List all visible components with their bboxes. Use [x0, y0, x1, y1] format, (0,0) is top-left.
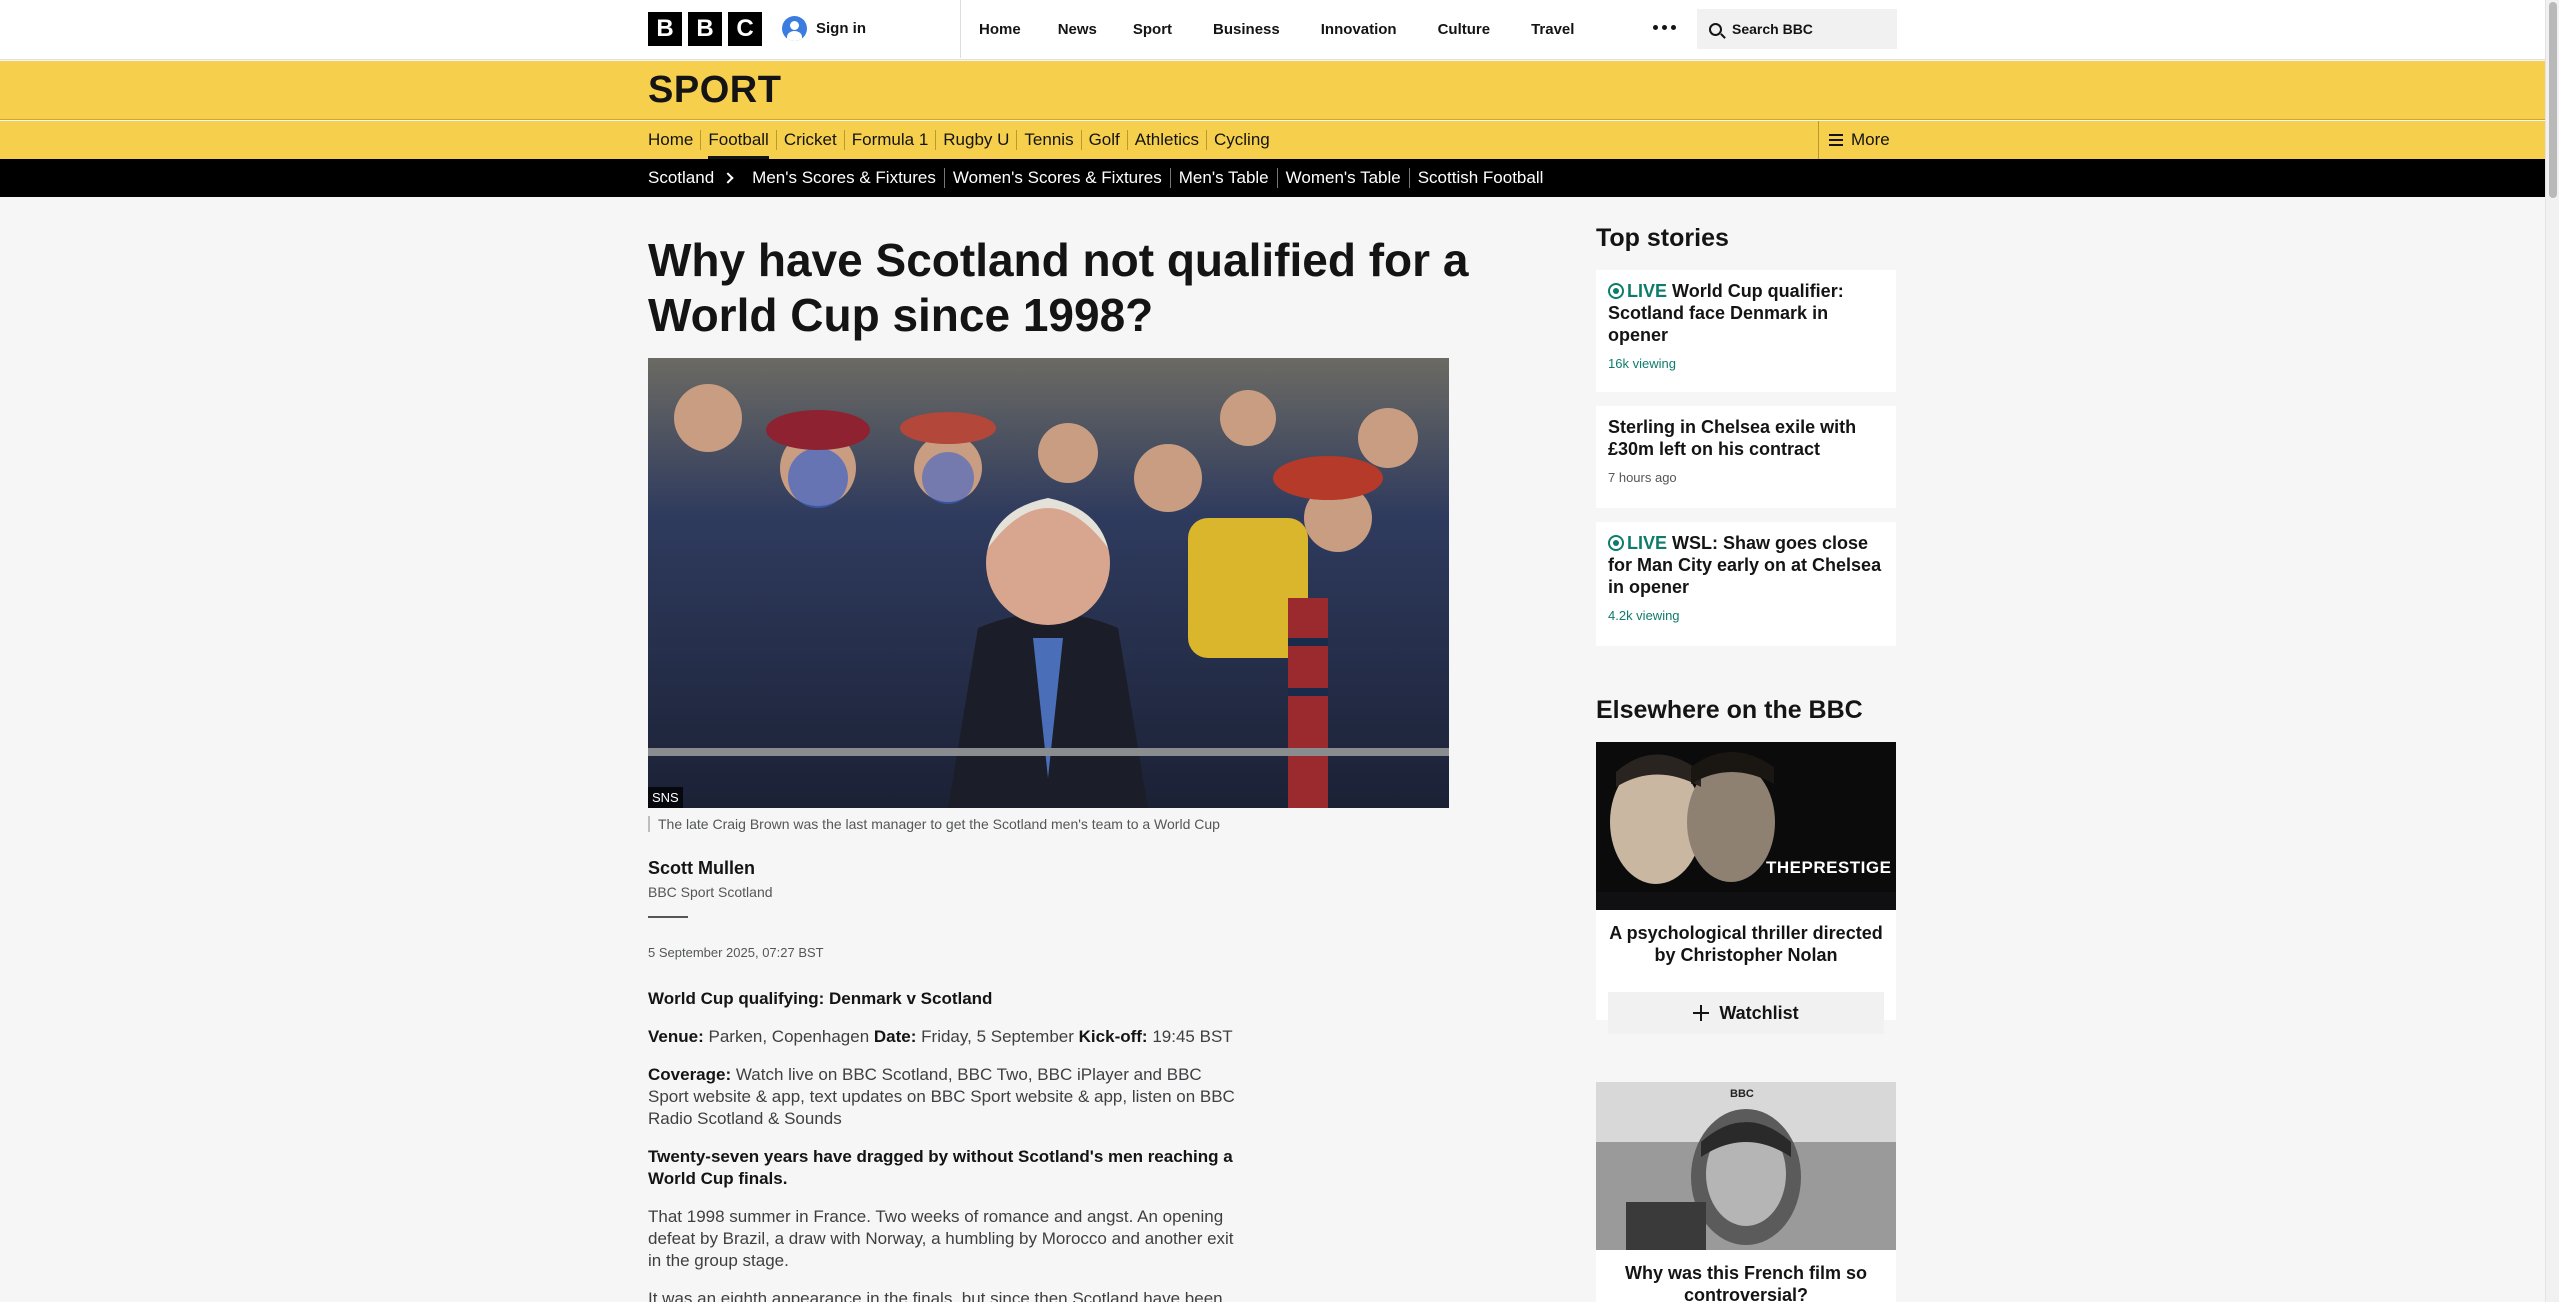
promo-card[interactable]: BBC Why was this French film so controve… — [1596, 1082, 1896, 1302]
subnav-womens-fixtures[interactable]: Women's Scores & Fixtures — [943, 168, 1170, 188]
global-nav: Home News Sport Business Innovation Cult… — [960, 0, 1574, 58]
nav-news[interactable]: News — [1058, 21, 1097, 38]
account-icon — [782, 16, 807, 41]
sport-more-button[interactable]: More — [1818, 121, 1890, 159]
article-headline: Why have Scotland not qualified for a Wo… — [648, 234, 1469, 341]
search-icon — [1709, 22, 1722, 36]
sport-nav-cricket[interactable]: Cricket — [777, 130, 845, 150]
promo-card[interactable]: THEPRESTIGE A psychological thriller dir… — [1596, 742, 1896, 1034]
plus-icon — [1693, 1005, 1710, 1021]
promo-title: A psychological thriller directed by Chr… — [1609, 923, 1883, 965]
promo-image-text: THEPRESTIGE — [1766, 858, 1892, 877]
sport-nav-rugby-union[interactable]: Rugby U — [936, 130, 1018, 150]
story-title: Sterling in Chelsea exile with £30m left… — [1608, 417, 1857, 459]
author-role: BBC Sport Scotland — [648, 884, 773, 900]
hero-image: SNS — [648, 358, 1449, 808]
subnav-mens-fixtures[interactable]: Men's Scores & Fixtures — [744, 168, 944, 188]
page-scrollbar[interactable] — [2545, 0, 2559, 1302]
nav-culture[interactable]: Culture — [1438, 21, 1491, 38]
top-stories-heading: Top stories — [1596, 224, 1729, 252]
image-caption: The late Craig Brown was the last manage… — [648, 816, 1220, 832]
chevron-right-icon — [722, 172, 734, 184]
bbc-logo[interactable]: B B C — [648, 12, 762, 46]
article-intro: Twenty-seven years have dragged by witho… — [648, 1147, 1233, 1188]
sport-nav-football[interactable]: Football — [701, 130, 777, 159]
sport-nav-athletics[interactable]: Athletics — [1128, 130, 1207, 150]
subnav-scottish-football[interactable]: Scottish Football — [1408, 168, 1552, 188]
nav-business[interactable]: Business — [1213, 21, 1280, 38]
story-meta: 16k viewing — [1608, 356, 1676, 371]
fans-photo — [648, 358, 1449, 808]
fixture-heading: World Cup qualifying: Denmark v Scotland — [648, 989, 993, 1008]
subnav-scotland[interactable]: Scotland — [648, 168, 714, 188]
sport-title[interactable]: SPORT — [648, 69, 781, 112]
coverage-value: Watch live on BBC Scotland, BBC Two, BBC… — [648, 1065, 1235, 1128]
subnav-womens-table[interactable]: Women's Table — [1276, 168, 1409, 188]
search-input[interactable]: Search BBC — [1697, 9, 1897, 49]
nav-travel[interactable]: Travel — [1531, 21, 1574, 38]
date-label: Date: — [873, 1027, 917, 1046]
sport-nav-tennis[interactable]: Tennis — [1017, 130, 1082, 150]
nav-innovation[interactable]: Innovation — [1321, 21, 1397, 38]
promo-image: BBC — [1596, 1082, 1896, 1250]
nav-home[interactable]: Home — [979, 21, 1021, 38]
venue-value: Parken, Copenhagen — [708, 1027, 870, 1046]
watchlist-label: Watchlist — [1719, 1002, 1799, 1023]
sport-nav: Home Football Cricket Formula 1 Rugby U … — [0, 121, 2545, 159]
promo-image-text: BBC — [1730, 1088, 1754, 1100]
article-body: World Cup qualifying: Denmark v Scotland… — [648, 988, 1238, 1302]
sport-nav-home[interactable]: Home — [648, 130, 702, 150]
bbc-global-header: B B C Sign in Home News Sport Business I… — [0, 0, 2545, 60]
more-menu-icon[interactable] — [1653, 25, 1676, 30]
top-story-card[interactable]: Sterling in Chelsea exile with £30m left… — [1596, 406, 1896, 508]
sport-nav-formula1[interactable]: Formula 1 — [845, 130, 937, 150]
article-paragraph: That 1998 summer in France. Two weeks of… — [648, 1207, 1234, 1270]
top-story-card[interactable]: LIVE World Cup qualifier: Scotland face … — [1596, 270, 1896, 392]
publish-date: 5 September 2025, 07:27 BST — [648, 945, 824, 960]
sport-nav-cycling[interactable]: Cycling — [1207, 130, 1277, 150]
sport-nav-golf[interactable]: Golf — [1082, 130, 1128, 150]
image-credit: SNS — [648, 787, 683, 808]
scrollbar-thumb[interactable] — [2549, 2, 2557, 198]
sign-in-button[interactable]: Sign in — [782, 16, 866, 41]
divider — [648, 916, 688, 918]
venue-label: Venue: — [648, 1027, 704, 1046]
kickoff-value: 19:45 BST — [1152, 1027, 1233, 1046]
subnav-mens-table[interactable]: Men's Table — [1169, 168, 1277, 188]
story-meta: 7 hours ago — [1608, 470, 1677, 485]
date-value: Friday, 5 September — [921, 1027, 1074, 1046]
story-meta: 4.2k viewing — [1608, 608, 1680, 623]
promo-image: THEPRESTIGE — [1596, 742, 1896, 910]
live-icon — [1608, 535, 1624, 551]
search-placeholder: Search BBC — [1732, 21, 1813, 37]
logo-letter: B — [688, 12, 722, 46]
football-subnav: Scotland Men's Scores & Fixtures Women's… — [0, 159, 2545, 197]
sport-header: SPORT — [0, 61, 2545, 120]
live-icon — [1608, 283, 1624, 299]
sign-in-label: Sign in — [816, 20, 866, 37]
logo-letter: B — [648, 12, 682, 46]
live-label: LIVE — [1627, 533, 1668, 553]
kickoff-label: Kick-off: — [1078, 1027, 1148, 1046]
live-label: LIVE — [1627, 281, 1668, 301]
article-paragraph: It was an eighth appearance in the final… — [648, 1289, 1223, 1302]
watchlist-button[interactable]: Watchlist — [1608, 992, 1884, 1034]
elsewhere-heading: Elsewhere on the BBC — [1596, 696, 1863, 724]
coverage-label: Coverage: — [648, 1065, 732, 1084]
top-story-card[interactable]: LIVE WSL: Shaw goes close for Man City e… — [1596, 522, 1896, 646]
logo-letter: C — [728, 12, 762, 46]
promo-title: Why was this French film so controversia… — [1624, 1263, 1868, 1302]
menu-icon — [1829, 134, 1843, 146]
sport-more-label: More — [1851, 130, 1890, 149]
author-name[interactable]: Scott Mullen — [648, 858, 755, 879]
nav-sport[interactable]: Sport — [1133, 21, 1172, 38]
